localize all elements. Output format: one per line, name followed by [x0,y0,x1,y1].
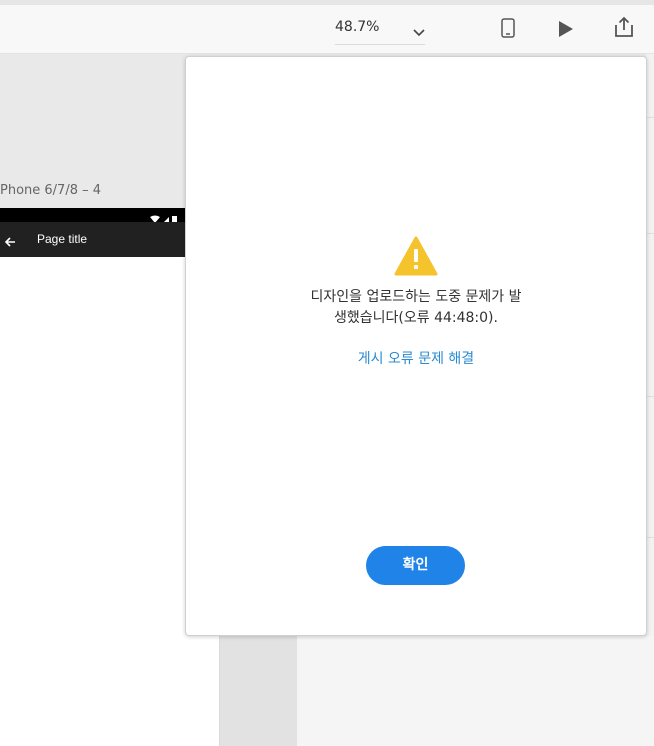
page-title: Page title [37,232,88,246]
error-message: 디자인을 업로드하는 도중 문제가 발 생했습니다(오류 44:48:0). [246,287,586,329]
panel-divider [646,396,654,397]
zoom-dropdown[interactable]: 48.7% [335,14,425,45]
mobile-device-icon[interactable] [501,18,515,38]
back-arrow-icon[interactable] [4,233,16,252]
canvas-gutter [220,636,297,746]
artboard-name[interactable]: Phone 6/7/8 – 4 [0,183,101,198]
status-bar [0,208,185,224]
panel-divider [646,117,654,118]
ok-button[interactable]: 확인 [366,546,465,585]
warning-icon [394,236,438,280]
chevron-down-icon[interactable] [413,22,425,41]
zoom-value: 48.7% [335,19,380,35]
toolbar: 48.7% [0,5,654,54]
panel-edge [646,54,654,636]
right-panel [297,636,654,746]
panel-divider [646,537,654,538]
panel-divider [646,233,654,234]
troubleshoot-link[interactable]: 게시 오류 문제 해결 [246,348,586,368]
error-dialog: 디자인을 업로드하는 도중 문제가 발 생했습니다(오류 44:48:0). 게… [185,56,647,636]
error-message-line-2: 생했습니다(오류 44:48:0). [334,310,498,326]
play-icon[interactable] [558,20,574,38]
status-icons [149,210,179,224]
app-bar: Page title [0,222,185,257]
error-message-line-1: 디자인을 업로드하는 도중 문제가 발 [310,289,522,305]
share-icon[interactable] [613,16,635,38]
